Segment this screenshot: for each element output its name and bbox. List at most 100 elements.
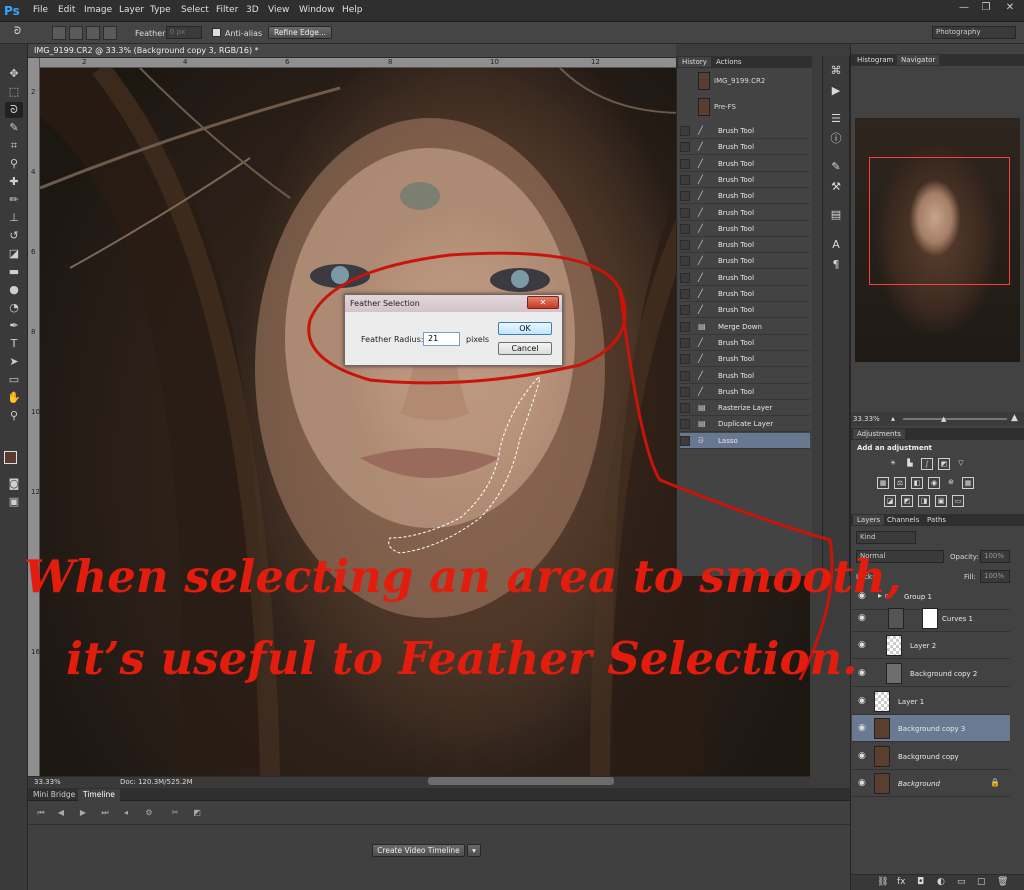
layer-row[interactable]: ◉ Curves 1 (852, 605, 1010, 632)
menu-3d[interactable]: 3D (246, 5, 259, 15)
black-white-icon[interactable]: ◧ (911, 477, 923, 489)
tab-channels[interactable]: Channels (883, 515, 923, 525)
history-brush-tool-icon[interactable]: ↺ (5, 228, 23, 244)
add-selection-icon[interactable] (69, 26, 83, 40)
fill-field[interactable]: 100% (980, 570, 1010, 583)
workspace-select[interactable]: Photography (932, 26, 1016, 39)
zoom-slider[interactable] (903, 418, 1007, 420)
history-brush-source-checkbox[interactable] (680, 223, 690, 234)
link-layers-icon[interactable]: ⛓ (877, 877, 888, 887)
character-panel-icon[interactable]: A (829, 238, 843, 252)
history-brush-source-checkbox[interactable] (680, 256, 690, 267)
intersect-selection-icon[interactable] (103, 26, 117, 40)
zoom-slider-handle-icon[interactable]: ▲ (941, 415, 946, 423)
history-state-row[interactable]: ╱ Brush Tool (680, 156, 810, 172)
menu-type[interactable]: Type (150, 5, 171, 15)
menu-filter[interactable]: Filter (216, 5, 238, 15)
play-icon[interactable]: ▶ (78, 808, 88, 818)
ok-button[interactable]: OK (498, 322, 552, 335)
history-state-row[interactable]: ╱ Brush Tool (680, 286, 810, 302)
menu-help[interactable]: Help (342, 5, 363, 15)
actions-panel-icon[interactable]: ▶ (829, 84, 843, 98)
history-brush-source-checkbox[interactable] (680, 142, 690, 153)
pen-tool-icon[interactable]: ✒ (5, 318, 23, 334)
history-brush-source-checkbox[interactable] (680, 386, 690, 397)
layer-mask-icon[interactable]: ◘ (917, 877, 924, 887)
next-frame-icon[interactable]: ⏭ (100, 808, 110, 818)
history-state-row[interactable]: ╱ Brush Tool (680, 384, 810, 400)
paragraph-panel-icon[interactable]: ¶ (829, 258, 843, 272)
navigator-zoom-value[interactable]: 33.33% (853, 415, 880, 423)
zoom-level[interactable]: 33.33% (34, 778, 61, 786)
new-selection-icon[interactable] (52, 26, 66, 40)
properties-panel-icon[interactable]: ☰ (829, 112, 843, 126)
layer-row[interactable]: ◉ Layer 1 (852, 688, 1010, 715)
history-brush-source-checkbox[interactable] (680, 272, 690, 283)
screen-mode-icon[interactable]: ▣ (5, 494, 23, 510)
layer-filter-select[interactable]: Kind (856, 531, 916, 544)
posterize-icon[interactable]: ◩ (901, 495, 913, 507)
blur-tool-icon[interactable]: ● (5, 282, 23, 298)
history-brush-source-checkbox[interactable] (680, 158, 690, 169)
settings-icon[interactable]: ⚙ (144, 808, 154, 818)
visibility-eye-icon[interactable]: ◉ (858, 778, 868, 788)
dodge-tool-icon[interactable]: ◔ (5, 300, 23, 316)
layer-row[interactable]: ◉ Background copy 2 (852, 660, 1010, 687)
opacity-field[interactable]: 100% (980, 550, 1010, 563)
marquee-tool-icon[interactable]: ⬚ (5, 84, 23, 100)
tab-histogram[interactable]: Histogram (853, 55, 897, 65)
history-panel-icon[interactable]: ⌘ (829, 64, 843, 78)
history-brush-source-checkbox[interactable] (680, 419, 690, 430)
tab-actions[interactable]: Actions (712, 57, 746, 67)
visibility-eye-icon[interactable]: ◉ (858, 696, 868, 706)
history-brush-source-checkbox[interactable] (680, 126, 690, 136)
history-brush-source-checkbox[interactable] (680, 354, 690, 365)
history-state-row[interactable]: ╱ Brush Tool (680, 172, 810, 188)
prev-frame-icon[interactable]: ◀ (56, 808, 66, 818)
restore-button[interactable]: ❐ (978, 2, 994, 14)
create-video-timeline-button[interactable]: Create Video Timeline (372, 844, 465, 857)
feather-field[interactable]: 0 px (166, 26, 202, 39)
quick-mask-icon[interactable]: ◙ (5, 476, 23, 492)
horizontal-scrollbar[interactable] (428, 777, 614, 785)
history-brush-source-checkbox[interactable] (680, 240, 690, 251)
history-brush-source-checkbox[interactable] (680, 191, 690, 202)
crop-tool-icon[interactable]: ⌗ (5, 138, 23, 154)
curves-icon[interactable]: ∫ (921, 458, 933, 470)
tool-presets-icon[interactable]: ⚒ (829, 180, 843, 194)
menu-file[interactable]: File (33, 5, 48, 15)
healing-tool-icon[interactable]: ✚ (5, 174, 23, 190)
tab-mini-bridge[interactable]: Mini Bridge (28, 789, 80, 801)
menu-view[interactable]: View (268, 5, 289, 15)
history-state-row[interactable]: ╱ Brush Tool (680, 237, 810, 254)
history-brush-source-checkbox[interactable] (680, 289, 690, 299)
layer-row[interactable]: ◉ Layer 2 (852, 632, 1010, 659)
menu-image[interactable]: Image (84, 5, 112, 15)
history-state-row[interactable]: ╱ Brush Tool (680, 302, 810, 319)
audio-icon[interactable]: ◂ (121, 808, 131, 818)
color-lookup-icon[interactable]: ▦ (962, 477, 974, 489)
history-state-row[interactable]: ╱ Brush Tool (680, 188, 810, 205)
history-snapshot[interactable]: Pre-FS (680, 96, 810, 118)
history-brush-source-checkbox[interactable] (680, 174, 690, 185)
brightness-icon[interactable]: ☀ (887, 458, 899, 470)
invert-icon[interactable]: ◪ (884, 495, 896, 507)
menu-layer[interactable]: Layer (119, 5, 144, 15)
new-layer-icon[interactable]: ▢ (977, 877, 986, 887)
brush-tool-icon[interactable]: ✏ (5, 192, 23, 208)
history-state-row[interactable]: ╱ Brush Tool (680, 205, 810, 221)
new-group-icon[interactable]: ▭ (957, 877, 966, 887)
tab-history[interactable]: History (678, 57, 711, 67)
history-brush-source-checkbox[interactable] (680, 321, 690, 332)
visibility-eye-icon[interactable]: ◉ (858, 668, 868, 678)
close-icon[interactable]: ✕ (527, 296, 559, 309)
history-state-row[interactable]: ╱ Brush Tool (680, 351, 810, 368)
close-window-button[interactable]: ✕ (1002, 2, 1018, 14)
eraser-tool-icon[interactable]: ◪ (5, 246, 23, 262)
threshold-icon[interactable]: ◨ (918, 495, 930, 507)
vibrance-icon[interactable]: ▽ (955, 458, 967, 470)
navigator-view-box[interactable] (869, 157, 1010, 285)
cancel-button[interactable]: Cancel (498, 342, 552, 355)
hand-tool-icon[interactable]: ✋ (5, 390, 23, 406)
tab-timeline[interactable]: Timeline (78, 789, 120, 801)
